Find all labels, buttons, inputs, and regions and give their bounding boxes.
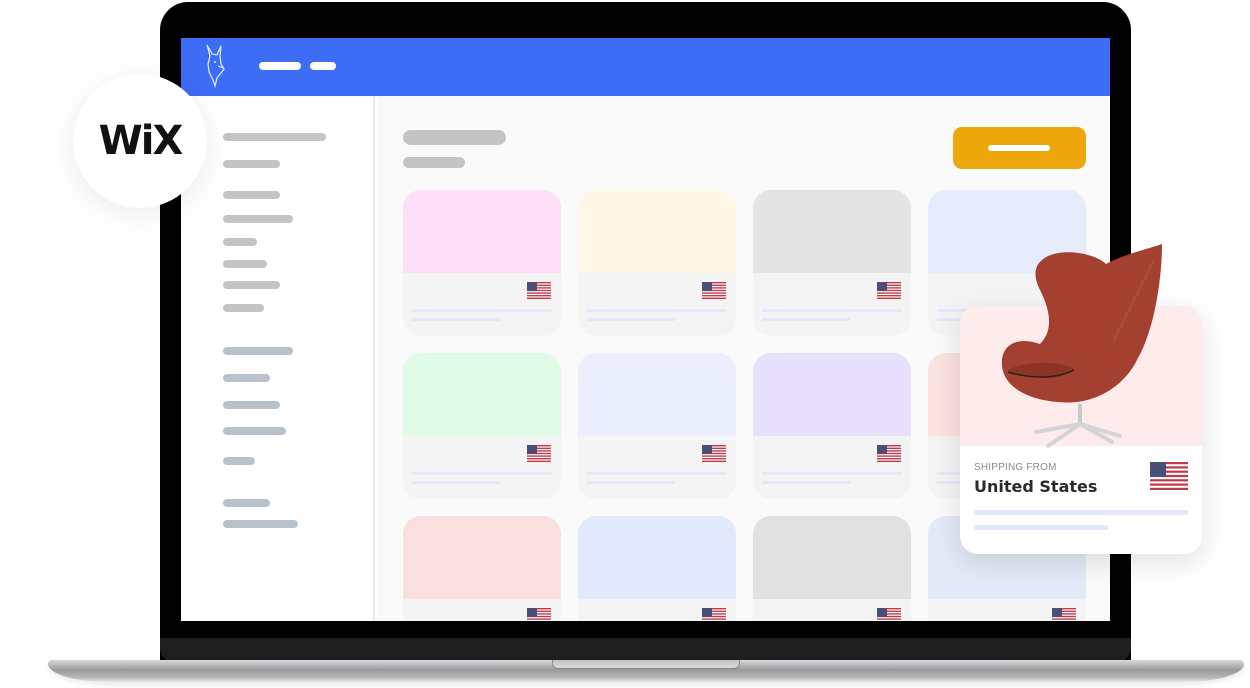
us-flag-icon (702, 282, 726, 299)
sidebar-item[interactable] (223, 457, 255, 465)
sidebar-item[interactable] (223, 191, 280, 199)
sidebar-item[interactable] (223, 374, 270, 382)
product-thumbnail (403, 353, 561, 436)
primary-action-button[interactable] (953, 127, 1086, 169)
us-flag-icon (527, 608, 551, 621)
product-detail-line (974, 525, 1108, 530)
sidebar-item[interactable] (223, 281, 280, 289)
product-detail-line (762, 472, 902, 475)
sidebar-item[interactable] (223, 215, 293, 223)
product-tile[interactable] (403, 516, 561, 621)
product-detail-line (587, 472, 727, 475)
product-detail-line (412, 472, 552, 475)
wix-badge: WiX (73, 74, 207, 208)
product-thumbnail (753, 353, 911, 436)
nav-item-2[interactable] (310, 62, 336, 70)
product-tile[interactable] (403, 353, 561, 499)
laptop-notch (552, 660, 740, 669)
page-title (403, 130, 506, 145)
product-thumbnail (403, 516, 561, 599)
top-navbar (181, 38, 1110, 96)
product-detail-line (587, 309, 727, 312)
product-tile[interactable] (753, 190, 911, 336)
laptop-mockup: WiX SHIPPING FROM United States (0, 0, 1250, 688)
product-tile[interactable] (753, 353, 911, 499)
sidebar-item[interactable] (223, 133, 326, 141)
sidebar-item[interactable] (223, 160, 280, 168)
wix-logo-icon: WiX (98, 118, 184, 164)
sidebar-item[interactable] (223, 238, 257, 246)
product-tile[interactable] (578, 353, 736, 499)
product-tile[interactable] (578, 190, 736, 336)
us-flag-icon (702, 608, 726, 621)
product-detail-line (412, 481, 500, 484)
sidebar-item[interactable] (223, 401, 280, 409)
nav-item-1[interactable] (259, 62, 301, 70)
product-detail-line (974, 510, 1188, 515)
product-detail-line (587, 481, 675, 484)
product-tile[interactable] (578, 516, 736, 621)
sidebar-item[interactable] (223, 427, 286, 435)
add-bar-icon (988, 145, 1050, 151)
page-subtitle (403, 157, 465, 168)
product-detail-line (412, 318, 500, 321)
us-flag-icon (527, 445, 551, 462)
us-flag-icon (527, 282, 551, 299)
product-detail-line (412, 309, 552, 312)
sidebar-item[interactable] (223, 347, 293, 355)
product-detail-line (762, 309, 902, 312)
shipping-label: SHIPPING FROM (974, 462, 1057, 473)
us-flag-icon (1052, 608, 1076, 621)
sidebar (181, 96, 375, 621)
sidebar-item[interactable] (223, 260, 267, 268)
product-thumbnail (753, 190, 911, 273)
us-flag-icon (877, 445, 901, 462)
product-thumbnail (753, 516, 911, 599)
product-thumbnail (403, 190, 561, 273)
sidebar-item[interactable] (223, 520, 298, 528)
us-flag-icon (877, 282, 901, 299)
shipping-country: United States (974, 477, 1098, 496)
product-detail-line (587, 318, 675, 321)
us-flag-icon (702, 445, 726, 462)
us-flag-icon (1150, 462, 1188, 490)
llama-logo-icon[interactable] (199, 42, 231, 88)
product-detail-line (762, 318, 850, 321)
sidebar-item[interactable] (223, 499, 270, 507)
product-tile[interactable] (403, 190, 561, 336)
product-detail-line (762, 481, 850, 484)
product-thumbnail (578, 516, 736, 599)
egg-chair-image (1001, 244, 1162, 448)
us-flag-icon (877, 608, 901, 621)
product-thumbnail (578, 190, 736, 273)
product-thumbnail (578, 353, 736, 436)
sidebar-item[interactable] (223, 304, 264, 312)
product-tile[interactable] (753, 516, 911, 621)
laptop-chin (160, 638, 1131, 662)
